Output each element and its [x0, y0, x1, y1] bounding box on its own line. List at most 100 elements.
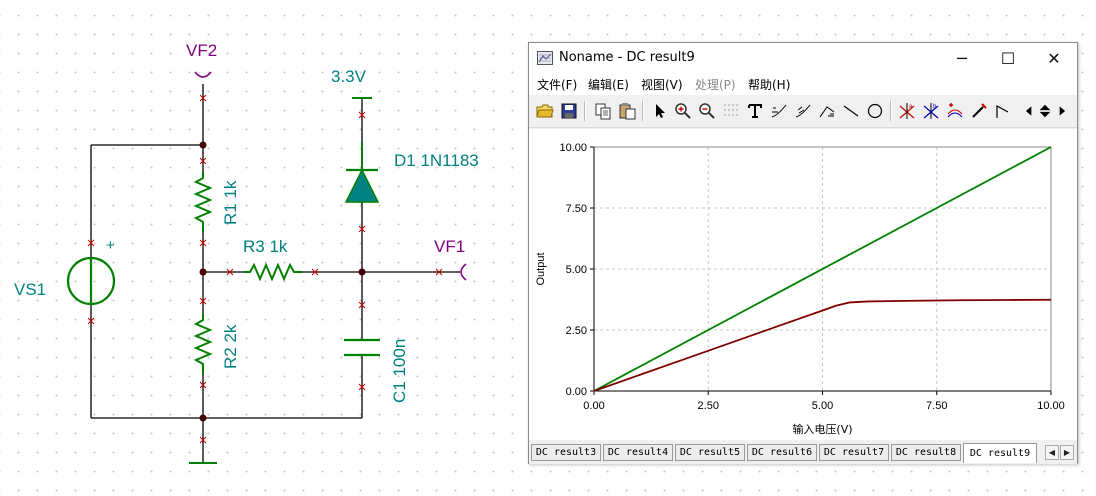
maximize-button[interactable]: ☐ — [985, 43, 1031, 73]
step-button[interactable] — [992, 100, 1014, 122]
y-axis-label: Output — [535, 252, 547, 285]
add-curve-button[interactable] — [944, 100, 966, 122]
tab-scroll-right-button[interactable]: ▶ — [1060, 445, 1074, 460]
x-tick-label: 10.00 — [1037, 400, 1065, 412]
supply-label: 3.3V — [331, 67, 367, 86]
dc-result-window[interactable]: Noname - DC result9 ─ ☐ ✕ 文件(F) 编辑(E) 视图… — [528, 42, 1078, 464]
vs1-source[interactable]: + VS1 — [14, 237, 116, 306]
cursor-a-button[interactable]: a — [896, 100, 918, 122]
scroll-updown-button[interactable] — [1037, 100, 1053, 122]
curve-label-icon — [771, 104, 787, 118]
add-curve-icon — [947, 103, 963, 118]
menu-file[interactable]: 文件(F) — [537, 76, 577, 93]
r2-resistor[interactable]: R2 2k — [193, 314, 240, 374]
tab-scroll-right-icon: ▶ — [1063, 448, 1071, 457]
r3-resistor[interactable]: R3 1k — [243, 237, 302, 282]
pointer-button[interactable] — [648, 100, 670, 122]
y-tick-label: 10.00 — [559, 142, 587, 154]
marker-icon — [972, 103, 987, 118]
d1-label: D1 1N1183 — [394, 151, 479, 170]
vf2-probe[interactable]: VF2 — [186, 41, 217, 78]
paste-icon — [619, 103, 636, 120]
tab-scroll-left-button[interactable]: ◀ — [1045, 445, 1059, 460]
c1-capacitor[interactable]: C1 100n — [344, 339, 409, 403]
zoom-out-icon — [699, 103, 715, 119]
copy-button[interactable] — [592, 100, 614, 122]
curve-label-button[interactable] — [768, 100, 790, 122]
text-icon — [748, 104, 762, 118]
marker-button[interactable] — [968, 100, 990, 122]
r2-label: R2 2k — [221, 324, 240, 369]
supply-3v3[interactable]: 3.3V — [331, 67, 372, 99]
grid-icon — [724, 104, 738, 116]
text-button[interactable] — [744, 100, 766, 122]
tab-dc-result3[interactable]: DC result3 — [531, 444, 601, 461]
tab-dc-result6[interactable]: DC result6 — [747, 444, 817, 461]
scroll-left-icon — [1025, 106, 1032, 116]
axis-label-button[interactable] — [816, 100, 838, 122]
curve-label2-button[interactable] — [792, 100, 814, 122]
axis-label-icon — [819, 106, 835, 118]
line-icon — [843, 105, 859, 117]
vs1-label: VS1 — [14, 280, 46, 299]
menu-process[interactable]: 处理(P) — [695, 76, 736, 93]
x-tick-label: 5.00 — [812, 400, 833, 412]
menu-view[interactable]: 视图(V) — [641, 76, 683, 93]
scroll-updown-icon — [1039, 104, 1051, 118]
tab-dc-result5[interactable]: DC result5 — [675, 444, 745, 461]
menu-help[interactable]: 帮助(H) — [748, 76, 790, 93]
ellipse-icon — [867, 103, 883, 119]
app-icon — [537, 51, 553, 65]
save-button[interactable] — [558, 100, 580, 122]
minimize-button[interactable]: ─ — [939, 43, 985, 73]
scroll-left-button[interactable] — [1022, 100, 1036, 122]
paste-button[interactable] — [616, 100, 638, 122]
vf1-probe[interactable]: VF1 — [434, 237, 467, 281]
y-tick-label: 5.00 — [566, 264, 587, 276]
title-bar[interactable]: Noname - DC result9 ─ ☐ ✕ — [529, 43, 1077, 73]
zoom-out-button[interactable] — [696, 100, 718, 122]
r1-resistor[interactable]: R1 1k — [193, 172, 240, 232]
wires — [90, 84, 455, 463]
cursor-b-icon: b — [923, 103, 939, 119]
y-tick-label: 0.00 — [566, 386, 587, 398]
curve-label2-icon — [795, 104, 811, 118]
open-button[interactable] — [534, 100, 556, 122]
line-button[interactable] — [840, 100, 862, 122]
x-axis-label: 输入电压(V) — [792, 422, 852, 436]
cursor-b-button[interactable]: b — [920, 100, 942, 122]
ellipse-button[interactable] — [864, 100, 886, 122]
open-icon — [536, 104, 554, 118]
pointer-icon — [656, 104, 665, 118]
tab-dc-result7[interactable]: DC result7 — [819, 444, 889, 461]
window-title: Noname - DC result9 — [559, 50, 695, 65]
grid-button[interactable] — [720, 100, 742, 122]
result-tabs: DC result3 DC result4 DC result5 DC resu… — [529, 442, 1077, 464]
x-tick-label: 2.50 — [698, 400, 719, 412]
r3-label: R3 1k — [243, 237, 288, 256]
tab-dc-result8[interactable]: DC result8 — [891, 444, 961, 461]
circuit-schematic: VF2 VF1 3.3V + VS1 R1 1k R2 2k R3 1k D1 … — [14, 41, 479, 464]
close-button[interactable]: ✕ — [1031, 43, 1077, 73]
step-icon — [996, 104, 1009, 118]
copy-icon — [595, 103, 611, 120]
scroll-right-icon — [1059, 106, 1066, 116]
zoom-in-icon — [675, 103, 691, 119]
tab-scroll-left-icon: ◀ — [1048, 448, 1056, 457]
tab-dc-result4[interactable]: DC result4 — [603, 444, 673, 461]
tab-dc-result9[interactable]: DC result9 — [963, 443, 1037, 463]
minimize-icon: ─ — [957, 48, 967, 68]
d1-diode[interactable]: D1 1N1183 — [344, 142, 479, 204]
zoom-in-button[interactable] — [672, 100, 694, 122]
close-icon: ✕ — [1047, 48, 1061, 68]
x-tick-label: 0.00 — [583, 400, 604, 412]
vf2-label: VF2 — [186, 41, 217, 60]
menu-edit[interactable]: 编辑(E) — [588, 76, 629, 93]
save-icon — [561, 103, 577, 119]
dc-result-chart[interactable]: 0.00 2.50 5.00 7.50 10.00 0.00 2.50 5.00 7.50 10.… — [529, 129, 1077, 440]
vs1-plus-label: + — [106, 237, 115, 254]
plot-area[interactable]: 0.00 2.50 5.00 7.50 10.00 0.00 2.50 5.00 7.50 10.… — [529, 129, 1077, 440]
r1-label: R1 1k — [221, 180, 240, 225]
scroll-right-button[interactable] — [1055, 100, 1069, 122]
vf1-label: VF1 — [434, 237, 465, 256]
